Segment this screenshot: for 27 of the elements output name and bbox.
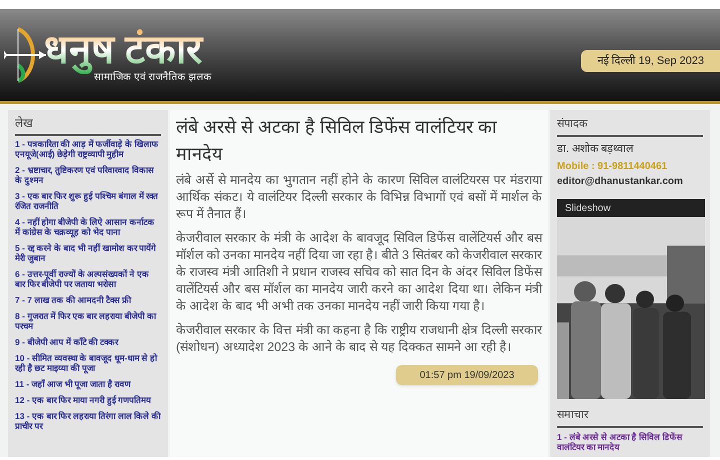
news-heading: समाचार <box>557 407 703 428</box>
article-paragraph: केजरीवाल सरकार के मंत्री के आदेश के बावजूद सिविल डिफेंस वालेंटियर्स और बस मॉर्शल को उनका मानदेय नहीं दिया जा रहा है। बीते 3 सितंबर को केजरीवाल सरकार के राजस्व मंत्री आतिशी ने प्रधान राजस्व सचिव को सात दिन के अंदर सिविल डिफेंस वालेंटियर्स और बस मॉर्शल का मानदेय जारी करने का आदेश दिया था। लेकिन मंत्री के आदेश के बाद भी अभी तक उनका मानदेय नहीं जारी किया गया है। <box>176 230 542 315</box>
article-link[interactable]: 8 - गुजरात में फिर एक बार लहराया बीजेपी का परचम <box>15 311 161 331</box>
article-link[interactable]: 9 - बीजेपी आप में काँटे की टक्कर <box>15 337 161 347</box>
article-link[interactable]: 13 - एक बार फिर लहराया तिरंगा लाल किले की प्राचीर पर <box>15 411 161 431</box>
timestamp-badge: 01:57 pm 19/09/2023 <box>396 365 538 385</box>
article-link[interactable]: 1 - पत्रकारिता की आड़ में फर्जीवाड़े के खिलाफ एनयूजे(आई) छेड़ेगी राष्ट्रव्यापी मुहीम <box>15 139 161 159</box>
editor-name: डा. अशोक बड़थ्वाल <box>557 141 635 156</box>
article-paragraph: केजरीवाल सरकार के वित्त मंत्री का कहना है कि राष्ट्रीय राजधानी क्षेत्र दिल्ली सरकार (संशोधन) अध्यादेश 2023 के आने के बाद से यह दिक्कत सामने आ रही है। <box>176 322 542 356</box>
article-paragraph: लंबे अर्से से मानदेय का भुगतान नहीं होने के कारण सिविल वालंटियरस पर मंडराया आर्थिक संकट। ये वालंटियर दिल्ली सरकार के विभिन्न विभागों एवं बसों में मार्शल के रूप में तैनात हैं। <box>176 172 542 223</box>
editor-heading: संपादक <box>557 116 703 136</box>
article-link[interactable]: 3 - एक बार फिर शुरू हुई पश्चिम बंगाल में रक्त रंजित राजनीति <box>15 191 161 211</box>
article-link[interactable]: 4 - नहीं होगा बीजेपी के लिऐ आसान कर्नाटक में कांग्रेस के चक्रव्यूह को भेद पाना <box>15 217 161 237</box>
slideshow-heading: Slideshow <box>564 202 612 216</box>
editor-mobile: Mobile : 91-9811440461 <box>557 160 668 174</box>
article-link[interactable]: 12 - एक बार फिर माया नगरी हुई गणपतिमय <box>15 395 161 405</box>
article-title: लंबे अरसे से अटका है सिविल डिफेंस वालंटियर का मानदेय <box>176 116 498 166</box>
article-link[interactable]: 6 - उत्तर-पूर्वी राज्यों के अल्पसंख्यकों ने एक बार फिर बीजेपी पर जताया भरोसा <box>15 269 161 289</box>
article-link[interactable]: 5 - रद्द करने के बाद भी नहीं खामोश कर पायेंगे मेरी जुबान <box>15 243 161 263</box>
article-link[interactable]: 10 - सीमित व्यवस्था के बावजूद धूम-धाम से हो रही है छट माइय्या की पूजा <box>15 353 161 373</box>
sidebar-heading: लेख <box>15 114 161 136</box>
article-link[interactable]: 2 - भ्रष्टाचार, तुष्टिकरण एवं परिवारवाद विकास के दुश्मन <box>15 165 161 185</box>
article-link[interactable]: 7 - 7 लाख तक की आमदनी टैक्स फ्री <box>15 295 161 305</box>
editor-email[interactable]: editor@dhanustankar.com <box>557 174 703 189</box>
dateline-badge: नई दिल्ली 19, Sep 2023 <box>581 50 720 72</box>
article-link[interactable]: 11 - जहाँ आज भी पूजा जाता है रावण <box>15 379 161 389</box>
news-link[interactable]: 1 - लंबे अरसे से अटका है सिविल डिफेंस वालंटियर का मानदेय <box>557 432 703 452</box>
